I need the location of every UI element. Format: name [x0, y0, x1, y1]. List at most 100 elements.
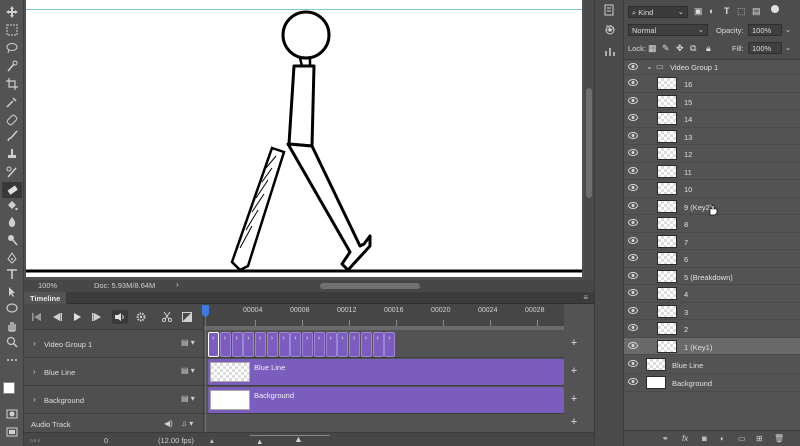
- filter-shape-icon[interactable]: ⬚: [737, 6, 746, 17]
- chevron-right-icon[interactable]: ›: [33, 395, 36, 404]
- delete-layer-trash-icon[interactable]: 🗑︎: [774, 434, 784, 443]
- convert-frame-animation-icon[interactable]: ▫▫▫: [30, 436, 41, 445]
- visibility-eye-icon[interactable]: [628, 184, 638, 191]
- visibility-eye-icon[interactable]: [628, 166, 638, 174]
- quick-selection-tool-icon[interactable]: [2, 58, 22, 74]
- layer-row[interactable]: 16: [624, 75, 800, 93]
- layer-row[interactable]: 7: [624, 233, 800, 250]
- chevron-down-icon[interactable]: ⌄: [785, 25, 791, 34]
- layer-row[interactable]: 6: [624, 250, 800, 268]
- paint-bucket-tool-icon[interactable]: [2, 198, 22, 214]
- layer-row[interactable]: 14: [624, 110, 800, 128]
- quick-mask-icon[interactable]: [2, 406, 22, 422]
- frame-clip[interactable]: ›: [219, 332, 231, 357]
- dodge-tool-icon[interactable]: [2, 232, 22, 248]
- add-media-plus-icon[interactable]: +: [564, 386, 584, 414]
- hand-tool-icon[interactable]: [2, 318, 22, 334]
- ellipse-tool-icon[interactable]: [2, 300, 22, 316]
- more-tools-icon[interactable]: [2, 352, 22, 368]
- filter-adjustment-icon[interactable]: ◐: [709, 6, 714, 16]
- track-video-group[interactable]: › › › › › › › › › › › › › › › ›: [204, 330, 564, 358]
- frame-clip[interactable]: ›: [266, 332, 278, 357]
- frame-clip[interactable]: ›: [302, 332, 313, 357]
- blur-tool-icon[interactable]: [2, 214, 22, 230]
- new-layer-icon[interactable]: ⊞: [756, 434, 763, 443]
- zoom-slider-track[interactable]: [250, 435, 330, 436]
- lock-transparent-icon[interactable]: ▦: [648, 43, 657, 54]
- layer-row[interactable]: 15: [624, 93, 800, 110]
- visibility-eye-icon[interactable]: [628, 201, 638, 209]
- track-header-background[interactable]: › Background ▤ ▾: [24, 386, 204, 414]
- link-layers-icon[interactable]: ⚭: [662, 434, 669, 443]
- chevron-right-icon[interactable]: ›: [33, 339, 36, 348]
- visibility-eye-icon[interactable]: [628, 149, 638, 156]
- foreground-color-swatch[interactable]: [3, 382, 15, 394]
- track-header-audio[interactable]: Audio Track ◀) ♫ ▾: [24, 414, 204, 432]
- lock-image-icon[interactable]: ✎: [662, 43, 670, 54]
- visibility-eye-icon[interactable]: [628, 306, 638, 314]
- new-group-icon[interactable]: ▭: [738, 434, 746, 443]
- frame-clip[interactable]: ›: [255, 332, 266, 357]
- move-tool-icon[interactable]: [2, 4, 22, 20]
- history-panel-icon[interactable]: [602, 2, 618, 18]
- chevron-right-icon[interactable]: ›: [33, 367, 36, 376]
- visibility-eye-icon[interactable]: [628, 114, 638, 121]
- document-canvas[interactable]: [26, 0, 582, 277]
- filter-type-icon[interactable]: T: [724, 6, 730, 16]
- frame-rate[interactable]: (12.00 fps): [158, 436, 194, 445]
- lock-position-icon[interactable]: ✥: [676, 43, 684, 54]
- frame-clip[interactable]: ›: [290, 332, 302, 357]
- settings-gear-icon[interactable]: [134, 312, 148, 322]
- zoom-tool-icon[interactable]: [2, 334, 22, 350]
- layer-row-blue-line[interactable]: Blue Line: [624, 356, 800, 374]
- add-mask-icon[interactable]: ◙: [702, 434, 707, 443]
- visibility-eye-icon[interactable]: [628, 324, 638, 331]
- visibility-eye-icon[interactable]: [628, 219, 638, 226]
- go-to-first-frame-icon[interactable]: [30, 312, 44, 322]
- visibility-eye-icon[interactable]: [628, 271, 638, 279]
- visibility-eye-icon[interactable]: [628, 131, 638, 139]
- frame-clip[interactable]: ›: [278, 332, 290, 357]
- marquee-tool-icon[interactable]: [2, 22, 22, 38]
- frame-clip[interactable]: ›: [372, 332, 384, 357]
- history-brush-tool-icon[interactable]: [2, 164, 22, 180]
- track-header-blue-line[interactable]: › Blue Line ▤ ▾: [24, 358, 204, 386]
- track-header-video-group[interactable]: › Video Group 1 ▤ ▾: [24, 330, 204, 358]
- audio-mute-icon[interactable]: [112, 310, 128, 324]
- transition-icon[interactable]: [180, 312, 194, 322]
- layer-row[interactable]: 2: [624, 320, 800, 338]
- layer-row[interactable]: 13: [624, 128, 800, 145]
- visibility-eye-icon[interactable]: [628, 79, 638, 86]
- brush-tool-icon[interactable]: [2, 128, 22, 144]
- panel-menu-icon[interactable]: ≡: [583, 293, 588, 302]
- speaker-icon[interactable]: ◀): [164, 419, 173, 428]
- visibility-eye-icon[interactable]: [628, 360, 638, 367]
- add-audio-plus-icon[interactable]: +: [564, 414, 584, 432]
- visibility-eye-icon[interactable]: [628, 254, 638, 261]
- zoom-out-mountain-icon[interactable]: ▴: [210, 436, 214, 445]
- layer-row[interactable]: 8: [624, 215, 800, 233]
- film-strip-icon[interactable]: ▤ ▾: [181, 366, 195, 375]
- add-media-plus-icon[interactable]: +: [564, 330, 584, 358]
- screen-mode-icon[interactable]: [2, 424, 22, 440]
- filter-toggle-icon[interactable]: [771, 5, 779, 13]
- adjustments-panel-icon[interactable]: [602, 44, 618, 60]
- layer-row[interactable]: 11: [624, 163, 800, 180]
- layer-row[interactable]: 10: [624, 180, 800, 198]
- frame-clip[interactable]: ›: [384, 332, 396, 357]
- next-frame-icon[interactable]: [90, 312, 104, 322]
- frame-clip[interactable]: ›: [325, 332, 337, 357]
- horizontal-scrollbar-thumb[interactable]: [320, 283, 420, 289]
- frame-clip[interactable]: ›: [231, 332, 243, 357]
- eraser-tool-icon[interactable]: [2, 182, 22, 198]
- lock-all-icon[interactable]: 🔒︎: [706, 43, 711, 54]
- vertical-scrollbar-thumb[interactable]: [586, 88, 592, 198]
- visibility-eye-icon[interactable]: [628, 341, 638, 349]
- clip-background[interactable]: Background: [208, 387, 564, 413]
- filter-kind-select[interactable]: ⌕ Kind ⌄: [628, 6, 688, 18]
- layer-row[interactable]: 3: [624, 303, 800, 320]
- previous-frame-icon[interactable]: [50, 312, 64, 322]
- frame-clip[interactable]: ›: [243, 332, 255, 357]
- pen-tool-icon[interactable]: [2, 250, 22, 266]
- lasso-tool-icon[interactable]: [2, 40, 22, 56]
